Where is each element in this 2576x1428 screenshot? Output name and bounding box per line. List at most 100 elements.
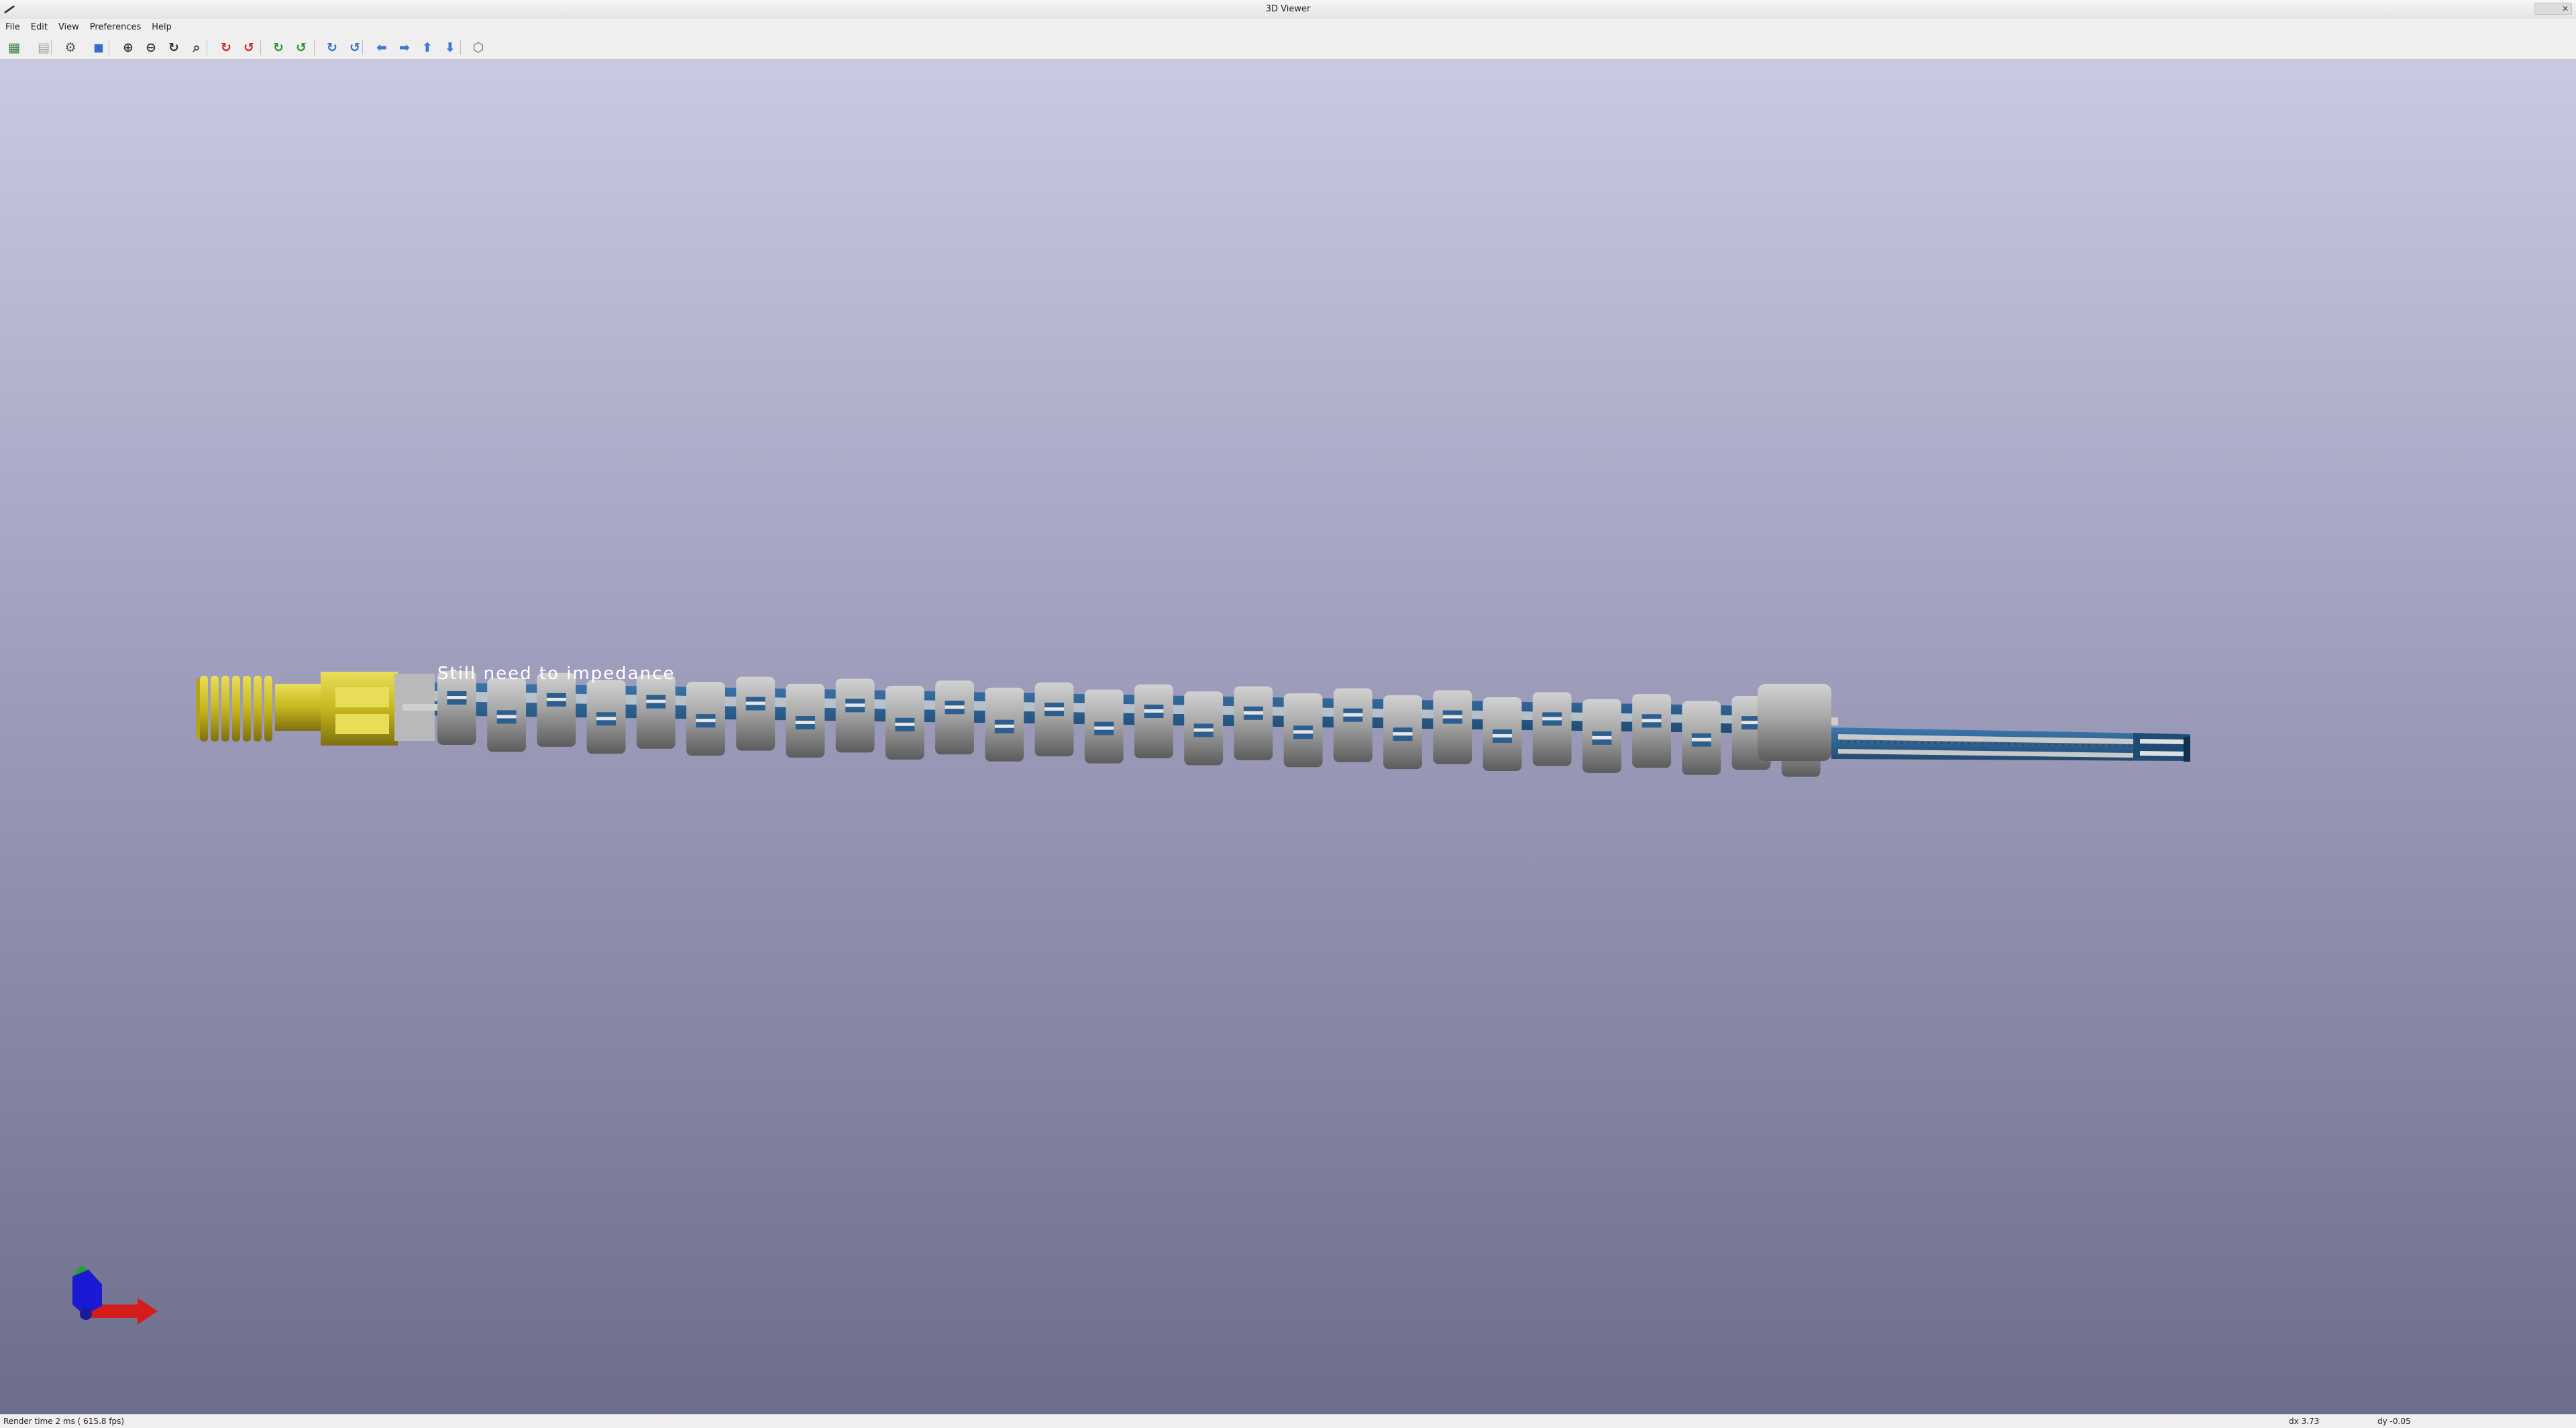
via-dot <box>2108 758 2111 761</box>
rotate-z-ccw-button[interactable]: ↺ <box>346 39 364 56</box>
cylinder-segment <box>1433 690 1472 764</box>
trace-segment <box>1094 726 1114 730</box>
trace-segment <box>1343 713 1363 717</box>
trace-segment <box>795 721 815 724</box>
menu-edit[interactable]: Edit <box>25 22 53 32</box>
zoom-fit-button[interactable]: ⌕ <box>188 39 205 56</box>
status-bar: Render time 2 ms ( 615.8 fps) dx 3.73 dy… <box>0 1414 2576 1428</box>
trace-segment <box>546 697 566 701</box>
via-dot <box>2041 743 2044 746</box>
window-title: 3D Viewer <box>1265 4 1311 14</box>
via-dot <box>1968 756 1970 759</box>
connector-thread <box>232 676 240 742</box>
via-dot <box>2088 758 2091 761</box>
menu-view[interactable]: View <box>53 22 85 32</box>
ortho-toggle-button[interactable]: ⬡ <box>470 39 487 56</box>
via-dot <box>2055 758 2057 760</box>
via-dot <box>2041 757 2044 760</box>
via-dot <box>1840 740 1843 743</box>
trace-segment <box>1044 707 1064 711</box>
via-dot <box>1947 756 1950 758</box>
via-dot <box>1961 742 1964 745</box>
trace-segment <box>1442 715 1462 719</box>
via-dot <box>2122 744 2125 747</box>
via-dot <box>1880 741 1883 744</box>
via-dot <box>1900 755 1903 758</box>
menu-preferences[interactable]: Preferences <box>85 22 146 32</box>
via-dot <box>2115 758 2118 761</box>
via-dot <box>1988 742 1990 745</box>
window-close-button[interactable]: ✕ <box>2534 3 2572 15</box>
via-dot <box>2088 744 2091 747</box>
via-dot <box>2129 744 2131 748</box>
redraw-button[interactable]: ↻ <box>165 39 182 56</box>
via-dot <box>2102 744 2104 747</box>
trace-segment <box>1393 732 1413 736</box>
via-dot <box>1854 740 1856 743</box>
rotate-z-cw-button[interactable]: ↻ <box>323 39 341 56</box>
trace-segment <box>696 719 716 723</box>
move-up-button[interactable]: ⬆ <box>419 39 436 56</box>
via-dot <box>2129 758 2131 762</box>
via-dot <box>2082 758 2084 760</box>
via-dot <box>2075 744 2078 746</box>
via-dot <box>2108 744 2111 747</box>
via-dot <box>2021 743 2024 746</box>
update-pcb-button[interactable]: ▦ <box>5 39 23 56</box>
via-dot <box>1847 740 1849 743</box>
via-dot <box>2028 743 2031 746</box>
via-dot <box>1927 742 1930 744</box>
via-dot <box>1941 742 1943 744</box>
via-dot <box>2035 743 2037 746</box>
via-dot <box>1867 741 1870 744</box>
via-dot <box>2122 758 2125 761</box>
move-left-button[interactable]: ⬅ <box>373 39 390 56</box>
via-dot <box>1867 755 1870 758</box>
via-dot <box>2061 744 2064 746</box>
connector-thread <box>221 676 229 742</box>
trace-segment <box>895 722 915 726</box>
menu-file[interactable]: File <box>0 22 25 32</box>
via-dot <box>2095 744 2098 747</box>
rotate-y-ccw-button[interactable]: ↺ <box>292 39 310 56</box>
pcb-model <box>196 671 2190 777</box>
via-dot <box>1968 742 1970 745</box>
via-dot <box>1974 756 1977 759</box>
cylinder-segment <box>1333 688 1373 762</box>
preferences-button[interactable]: ⚙ <box>62 39 79 56</box>
title-bar: 3D Viewer ✕ <box>0 0 2576 19</box>
cylinder-segment <box>1134 684 1173 758</box>
via-dot <box>2015 757 2017 760</box>
via-dot <box>1874 741 1876 744</box>
menu-bar: File Edit View Preferences Help <box>0 19 2576 35</box>
rotate-x-cw-button[interactable]: ↻ <box>217 39 235 56</box>
cylinder-segment <box>1234 686 1273 760</box>
via-dot <box>1974 742 1977 745</box>
zoom-in-button[interactable]: ⊕ <box>119 39 137 56</box>
via-dot <box>1840 754 1843 757</box>
pcb-tail <box>1831 727 2190 762</box>
via-dot <box>1914 756 1917 758</box>
via-dot <box>1887 741 1890 744</box>
via-dot <box>1954 756 1957 759</box>
move-right-button[interactable]: ➡ <box>396 39 413 56</box>
via-dot <box>1914 742 1917 744</box>
via-dot <box>1900 741 1903 744</box>
rotate-x-ccw-button[interactable]: ↺ <box>240 39 258 56</box>
3d-viewport[interactable]: Still need to impedance <box>0 60 2576 1414</box>
via-dot <box>2068 744 2071 746</box>
via-dot <box>2008 743 2010 746</box>
raytracing-button[interactable]: ◼ <box>90 39 107 56</box>
rotate-y-cw-button[interactable]: ↻ <box>270 39 287 56</box>
via-dot <box>1860 754 1863 758</box>
copy-image-button[interactable]: ▤ <box>35 39 52 56</box>
move-down-button[interactable]: ⬇ <box>441 39 459 56</box>
menu-help[interactable]: Help <box>146 22 177 32</box>
via-dot <box>1927 756 1930 758</box>
board-annotation-text: Still need to impedance <box>437 664 676 684</box>
trace-segment <box>1691 737 1711 742</box>
via-dot <box>2048 758 2051 760</box>
via-dot <box>1988 756 1990 759</box>
zoom-out-button[interactable]: ⊖ <box>142 39 160 56</box>
connector-thread <box>200 676 208 742</box>
